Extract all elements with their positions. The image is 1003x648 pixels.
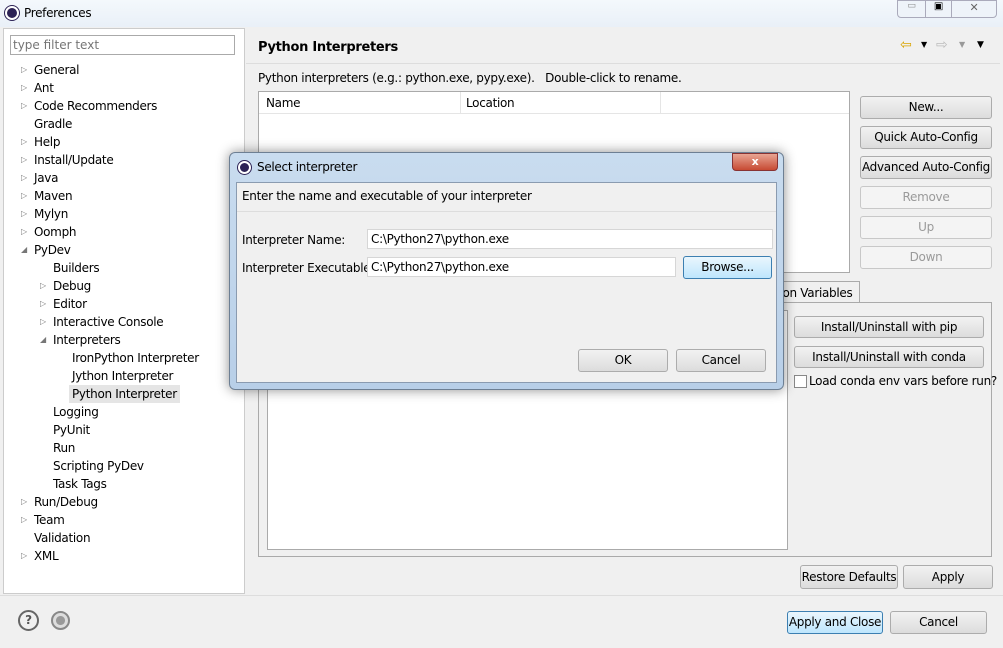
tree-item[interactable]: XML: [34, 547, 59, 565]
tab-label: tion Variables: [775, 286, 853, 300]
tree-item[interactable]: Builders: [53, 259, 100, 277]
collapse-arrow-icon[interactable]: ◢: [40, 331, 46, 349]
tree-item[interactable]: Install/Update: [34, 151, 114, 169]
new-button[interactable]: New...: [860, 96, 992, 119]
expand-arrow-icon[interactable]: ▷: [21, 511, 27, 529]
column-divider: [460, 92, 461, 114]
tree-item[interactable]: Debug: [53, 277, 91, 295]
apply-and-close-button[interactable]: Apply and Close: [787, 611, 883, 634]
expand-arrow-icon[interactable]: ▷: [21, 133, 27, 151]
dialog-close-button[interactable]: x: [732, 153, 778, 171]
tree-item[interactable]: Help: [34, 133, 60, 151]
help-icon[interactable]: ?: [18, 610, 39, 631]
forward-arrow-icon[interactable]: ⇨: [936, 37, 948, 53]
tree-item[interactable]: Mylyn: [34, 205, 68, 223]
minimize-button[interactable]: ▭: [897, 0, 926, 18]
collapse-arrow-icon[interactable]: ◢: [21, 241, 27, 259]
down-button[interactable]: Down: [860, 246, 992, 269]
tree-item[interactable]: Jython Interpreter: [72, 367, 173, 385]
tree-item[interactable]: Oomph: [34, 223, 77, 241]
remove-button[interactable]: Remove: [860, 186, 992, 209]
tree-item[interactable]: Editor: [53, 295, 87, 313]
tree-item[interactable]: Code Recommenders: [34, 97, 157, 115]
import-export-icon[interactable]: [51, 611, 70, 630]
expand-arrow-icon[interactable]: ▷: [21, 151, 27, 169]
advanced-auto-config-button[interactable]: Advanced Auto-Config: [860, 156, 992, 179]
select-interpreter-dialog: Select interpreter x Enter the name and …: [229, 152, 784, 390]
expand-arrow-icon[interactable]: ▷: [21, 79, 27, 97]
up-button[interactable]: Up: [860, 216, 992, 239]
tree-item[interactable]: Ant: [34, 79, 54, 97]
expand-arrow-icon[interactable]: ▷: [21, 223, 27, 241]
table-header: Name Location: [259, 92, 849, 114]
ok-button[interactable]: OK: [578, 349, 668, 372]
expand-arrow-icon[interactable]: ▷: [21, 187, 27, 205]
expand-arrow-icon[interactable]: ▷: [40, 313, 46, 331]
eclipse-icon: [238, 161, 251, 174]
tree-item[interactable]: Logging: [53, 403, 99, 421]
quick-auto-config-button[interactable]: Quick Auto-Config: [860, 126, 992, 149]
interpreter-name-input[interactable]: C:\Python27\python.exe: [367, 229, 773, 249]
expand-arrow-icon[interactable]: ▷: [21, 169, 27, 187]
load-conda-checkbox[interactable]: [794, 375, 807, 388]
tree-item[interactable]: Java: [34, 169, 58, 187]
expand-arrow-icon[interactable]: ▷: [21, 97, 27, 115]
tree-item[interactable]: Maven: [34, 187, 73, 205]
tree-item[interactable]: Python Interpreter: [69, 385, 180, 403]
expand-arrow-icon[interactable]: ▷: [21, 61, 27, 79]
tree-item[interactable]: Team: [34, 511, 65, 529]
dialog-message: Enter the name and executable of your in…: [242, 189, 532, 203]
cancel-button[interactable]: Cancel: [890, 611, 987, 634]
interpreter-name-label: Interpreter Name:: [242, 233, 346, 247]
footer: ? Apply and Close Cancel: [0, 595, 1003, 648]
divider: [237, 211, 776, 212]
tree-item[interactable]: IronPython Interpreter: [72, 349, 199, 367]
title-bar: Preferences ▭ ▣ ✕: [0, 0, 1003, 27]
expand-arrow-icon[interactable]: ▷: [21, 493, 27, 511]
column-header-location[interactable]: Location: [466, 96, 515, 110]
window-title: Preferences: [24, 6, 92, 20]
back-dropdown-icon[interactable]: ▼: [921, 40, 927, 49]
expand-arrow-icon[interactable]: ▷: [21, 205, 27, 223]
view-menu-icon[interactable]: ▼: [977, 40, 984, 50]
tree-item[interactable]: Gradle: [34, 115, 72, 133]
dialog-cancel-button[interactable]: Cancel: [676, 349, 766, 372]
tree-item[interactable]: PyUnit: [53, 421, 90, 439]
close-button[interactable]: ✕: [951, 0, 997, 18]
install-conda-button[interactable]: Install/Uninstall with conda: [794, 346, 984, 368]
maximize-button[interactable]: ▣: [925, 0, 952, 18]
column-divider: [660, 92, 661, 114]
tree-item[interactable]: Interpreters: [53, 331, 121, 349]
preferences-tree-panel: ▷ General ▷ Ant ▷ Code RecommendersGradle ▷ Hel…: [3, 28, 245, 594]
tree-item[interactable]: Run/Debug: [34, 493, 98, 511]
interpreter-executable-input[interactable]: C:\Python27\python.exe: [367, 257, 676, 277]
expand-arrow-icon[interactable]: ▷: [40, 277, 46, 295]
forward-dropdown-icon[interactable]: ▼: [959, 40, 965, 49]
interpreter-executable-label: Interpreter Executable:: [242, 261, 375, 275]
expand-arrow-icon[interactable]: ▷: [21, 547, 27, 565]
eclipse-icon: [5, 6, 19, 20]
tree-item[interactable]: PyDev: [34, 241, 71, 259]
apply-button[interactable]: Apply: [903, 565, 993, 589]
dialog-title: Select interpreter: [257, 160, 358, 174]
back-arrow-icon[interactable]: ⇦: [900, 37, 912, 53]
tree-item[interactable]: Scripting PyDev: [53, 457, 144, 475]
load-conda-label: Load conda env vars before run?: [809, 374, 997, 388]
dialog-body: Enter the name and executable of your in…: [236, 182, 777, 383]
tree-item[interactable]: Interactive Console: [53, 313, 164, 331]
install-pip-button[interactable]: Install/Uninstall with pip: [794, 316, 984, 338]
expand-arrow-icon[interactable]: ▷: [40, 295, 46, 313]
browse-button[interactable]: Browse...: [683, 256, 772, 279]
tree-item[interactable]: Task Tags: [53, 475, 107, 493]
restore-defaults-button[interactable]: Restore Defaults: [800, 565, 898, 589]
column-header-name[interactable]: Name: [266, 96, 301, 110]
filter-input[interactable]: [10, 35, 235, 55]
tree-item[interactable]: Validation: [34, 529, 91, 547]
tree-item[interactable]: Run: [53, 439, 75, 457]
page-title: Python Interpreters: [258, 40, 398, 55]
tree-item[interactable]: General: [34, 61, 80, 79]
page-description: Python interpreters (e.g.: python.exe, p…: [258, 71, 682, 85]
